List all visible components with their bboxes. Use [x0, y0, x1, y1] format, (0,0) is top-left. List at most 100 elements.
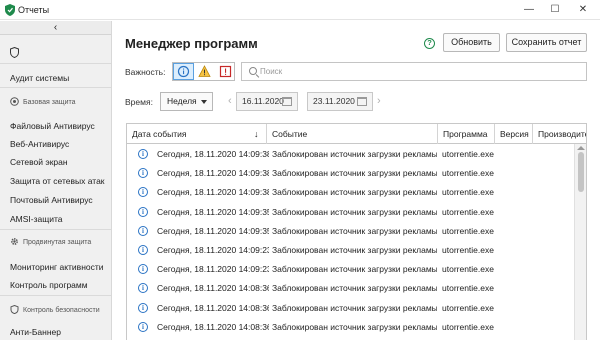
column-header-event[interactable]: Событие: [266, 124, 436, 144]
info-icon: [177, 65, 190, 78]
refresh-button[interactable]: Обновить: [443, 33, 500, 52]
severity-info-button[interactable]: [173, 63, 194, 80]
maximize-button[interactable]: ☐: [544, 1, 566, 19]
sidebar-collapse-button[interactable]: ‹: [0, 21, 111, 35]
save-report-button[interactable]: Сохранить отчет: [506, 33, 587, 52]
cell-event: Заблокирован источник загрузки рекламы: [272, 149, 437, 159]
calendar-icon[interactable]: [282, 97, 292, 106]
sidebar-item-file-antivirus[interactable]: Файловый Антивирус: [10, 121, 95, 131]
section-label: Базовая защита: [23, 99, 76, 106]
sidebar-divider: [0, 63, 111, 64]
cell-event: Заблокирован источник загрузки рекламы: [272, 206, 437, 217]
shield-check-icon: [10, 305, 19, 314]
info-icon: i: [138, 283, 148, 294]
info-icon: i: [138, 321, 148, 332]
search-input[interactable]: [260, 65, 580, 78]
cell-date: Сегодня, 18.11.2020 14:08:36: [157, 302, 269, 313]
cell-program: utorrentie.exe: [442, 283, 494, 294]
column-header-date[interactable]: Дата события: [127, 124, 265, 144]
table-row[interactable]: i Сегодня, 18.11.2020 14:09:35 Заблокирова…: [127, 222, 575, 240]
date-prev-button[interactable]: ‹: [228, 95, 232, 107]
section-security-control: Контроль безопасности: [10, 305, 100, 314]
section-label: Контроль безопасности: [23, 307, 100, 314]
kaspersky-shield-icon: [5, 4, 15, 16]
date-to-field[interactable]: 23.11.2020: [307, 92, 373, 111]
sidebar-item-amsi[interactable]: AMSI-защита: [10, 214, 63, 224]
cell-date: Сегодня, 18.11.2020 14:09:38: [157, 187, 269, 198]
table-row[interactable]: i Сегодня, 18.11.2020 14:09:23 Заблокирова…: [127, 241, 575, 259]
info-icon: i: [138, 206, 148, 217]
help-icon[interactable]: ?: [424, 38, 435, 49]
severity-warning-button[interactable]: [194, 63, 215, 80]
column-header-program[interactable]: Программа: [437, 124, 494, 144]
info-icon: i: [138, 302, 148, 313]
cell-program: utorrentie.exe: [442, 206, 494, 217]
cell-program: utorrentie.exe: [442, 302, 494, 313]
cell-date: Сегодня, 18.11.2020 14:09:38: [157, 168, 269, 179]
period-value: Неделя: [167, 96, 197, 106]
cell-program: utorrentie.exe: [442, 187, 494, 198]
severity-critical-button[interactable]: [215, 63, 236, 80]
cell-event: Заблокирован источник загрузки рекламы: [272, 168, 437, 179]
circle-dot-icon: [10, 97, 19, 106]
cell-program: utorrentie.exe: [442, 245, 494, 255]
shield-icon: [10, 47, 19, 58]
column-header-vendor[interactable]: Производитель: [532, 124, 586, 144]
vertical-scrollbar[interactable]: [574, 144, 586, 340]
sidebar-divider: [0, 87, 111, 88]
cell-event: Заблокирован источник загрузки рекламы: [272, 245, 437, 255]
scroll-up-icon[interactable]: [577, 146, 585, 150]
cell-program: utorrentie.exe: [442, 225, 494, 236]
sidebar-item-web-antivirus[interactable]: Веб-Антивирус: [10, 139, 69, 149]
page-title: Менеджер программ: [125, 36, 258, 51]
date-to-value: 23.11.2020: [313, 96, 355, 106]
cell-program: utorrentie.exe: [442, 321, 494, 332]
cell-event: Заблокирован источник загрузки рекламы: [272, 321, 437, 332]
table-row[interactable]: i Сегодня, 18.11.2020 14:09:38 Заблокирова…: [127, 183, 575, 201]
minimize-button[interactable]: —: [518, 1, 540, 19]
cell-event: Заблокирован источник загрузки рекламы: [272, 283, 437, 294]
info-icon: i: [138, 245, 148, 255]
sort-desc-icon[interactable]: ↓: [254, 129, 259, 139]
info-icon: i: [138, 225, 148, 236]
date-next-button[interactable]: ›: [377, 95, 381, 107]
cell-date: Сегодня, 18.11.2020 14:09:38: [157, 149, 269, 159]
column-header-version[interactable]: Версия: [494, 124, 532, 144]
cell-date: Сегодня, 18.11.2020 14:09:23: [157, 245, 269, 255]
sidebar-item-firewall[interactable]: Сетевой экран: [10, 157, 68, 167]
sidebar-item-anti-banner[interactable]: Анти-Баннер: [10, 327, 61, 337]
cell-date: Сегодня, 18.11.2020 14:08:36: [157, 321, 269, 332]
table-row[interactable]: i Сегодня, 18.11.2020 14:09:23 Заблокирова…: [127, 260, 575, 278]
warning-icon: [198, 65, 211, 77]
critical-icon: [219, 65, 232, 78]
section-advanced-protection: Продвинутая защита: [10, 237, 91, 246]
table-row[interactable]: i Сегодня, 18.11.2020 14:08:36Заблокирова…: [127, 279, 575, 297]
severity-label: Важность:: [125, 67, 166, 77]
table-header: Дата события ↓ Событие Программа Версия …: [127, 124, 586, 144]
sidebar-item-mail-antivirus[interactable]: Почтовый Антивирус: [10, 195, 93, 205]
sidebar-divider: [0, 295, 111, 296]
section-label: Продвинутая защита: [23, 239, 92, 246]
period-select[interactable]: Неделя: [160, 92, 213, 111]
sidebar-item-app-control[interactable]: Контроль программ: [10, 280, 88, 290]
table-row[interactable]: i Сегодня, 18.11.2020 14:08:36Заблокирова…: [127, 318, 575, 336]
table-row[interactable]: i Сегодня, 18.11.2020 14:09:35 Заблокирова…: [127, 203, 575, 221]
info-icon: i: [138, 168, 148, 179]
table-row[interactable]: i Сегодня, 18.11.2020 14:09:38 Заблокирова…: [127, 164, 575, 182]
search-icon: [249, 67, 257, 75]
table-row[interactable]: i Сегодня, 18.11.2020 14:09:38 Заблокирова…: [127, 145, 575, 163]
chevron-down-icon: [201, 100, 207, 104]
sidebar-item-network-attack[interactable]: Защита от сетевых атак: [10, 176, 105, 186]
close-button[interactable]: ✕: [572, 1, 594, 19]
search-box: [241, 62, 587, 81]
info-icon: i: [138, 264, 148, 275]
sidebar-item-activity-monitor[interactable]: Мониторинг активности: [10, 262, 104, 272]
title-bar: Отчеты — ☐ ✕: [0, 0, 600, 20]
table-row[interactable]: i Сегодня, 18.11.2020 14:08:36Заблокирова…: [127, 299, 575, 317]
date-from-field[interactable]: 16.11.2020: [236, 92, 298, 111]
cell-event: Заблокирован источник загрузки рекламы: [272, 225, 437, 236]
scroll-thumb[interactable]: [578, 152, 584, 192]
calendar-icon[interactable]: [357, 97, 367, 106]
sidebar-item-audit[interactable]: Аудит системы: [10, 73, 69, 83]
info-icon: i: [138, 187, 148, 198]
